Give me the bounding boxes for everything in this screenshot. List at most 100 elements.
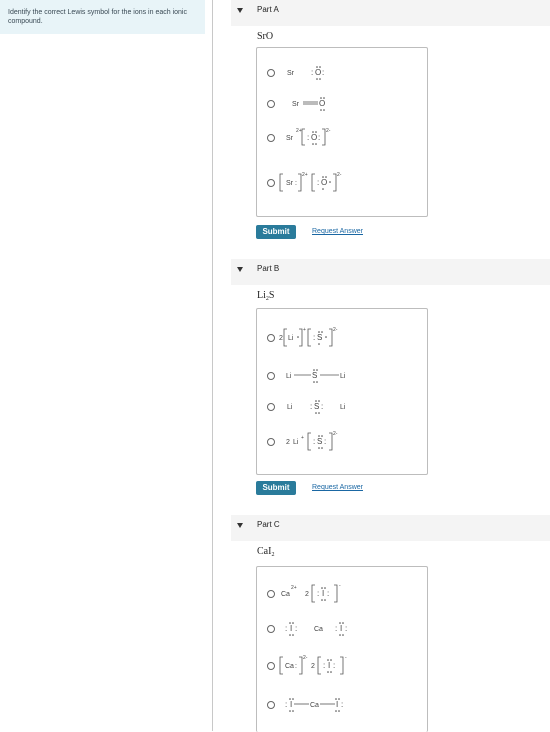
part-c-option-3[interactable]: Ca : 2- 2 : I : -: [267, 653, 422, 677]
charge-label: 2-: [333, 327, 338, 333]
part-b-submit-button[interactable]: Submit: [256, 481, 296, 495]
lewis-structure: Sr 2+ : O : 2-: [286, 128, 331, 146]
part-a-option-4[interactable]: Sr : 2+ : O 2-: [267, 170, 422, 194]
part-a-option-3[interactable]: Sr 2+ : O : 2-: [267, 126, 422, 148]
part-a-option-2[interactable]: Sr O: [267, 96, 422, 112]
part-b-option-1[interactable]: 2 Li + : S 2-: [267, 325, 422, 349]
collapse-triangle-icon[interactable]: [237, 8, 243, 13]
charge-label: +: [303, 327, 306, 333]
svg-text::: :: [335, 624, 337, 633]
part-b-request-answer-link[interactable]: Request Answer: [312, 484, 363, 491]
charge-label: -: [339, 583, 341, 589]
atom-symbol: Li: [340, 373, 346, 380]
part-a-option-1[interactable]: Sr : O :: [267, 65, 422, 81]
lewis-structure: 2 Li + : S : 2-: [286, 431, 338, 451]
svg-text::: :: [333, 661, 335, 670]
part-b-title: Part B: [257, 264, 280, 273]
lewis-structure: : I Ca I :: [285, 698, 343, 712]
radio-button[interactable]: [267, 134, 275, 142]
coefficient: 2: [286, 439, 290, 446]
atom-symbol: Sr: [287, 70, 295, 77]
atom-symbol: O: [319, 99, 325, 108]
lewis-structure: 2 Li + : S 2-: [279, 327, 338, 347]
svg-text::: :: [295, 663, 297, 670]
coefficient: 2: [305, 591, 309, 598]
radio-button[interactable]: [267, 662, 275, 670]
svg-text::: :: [285, 624, 287, 633]
atom-symbol: Sr: [286, 180, 294, 187]
radio-button[interactable]: [267, 372, 275, 380]
svg-text::: :: [327, 589, 329, 598]
formula-text: CaI: [257, 546, 272, 557]
svg-text::: :: [317, 178, 319, 187]
part-c-option-4[interactable]: : I Ca I :: [267, 697, 422, 713]
svg-text::: :: [317, 589, 319, 598]
formula-subscript: 2: [271, 552, 275, 558]
svg-text::: :: [318, 133, 320, 142]
atom-symbol: Li: [286, 373, 292, 380]
svg-text::: :: [341, 700, 343, 709]
part-a-title: Part A: [257, 5, 279, 14]
dots: :: [322, 68, 324, 77]
svg-text::: :: [295, 180, 297, 187]
atom-symbol: I: [328, 661, 330, 670]
part-b-formula: Li2S: [257, 290, 274, 302]
charge-label: +: [301, 435, 304, 441]
radio-button[interactable]: [267, 590, 275, 598]
charge-label: -: [345, 655, 347, 661]
atom-symbol: S: [317, 333, 322, 342]
atom-symbol: Li: [293, 439, 299, 446]
charge-label: 2-: [303, 655, 308, 661]
part-b-option-2[interactable]: Li S Li: [267, 368, 422, 384]
radio-button[interactable]: [267, 403, 275, 411]
part-b-option-4[interactable]: 2 Li + : S : 2-: [267, 429, 422, 453]
collapse-triangle-icon[interactable]: [237, 523, 243, 528]
charge-label: 2+: [291, 585, 297, 591]
part-c-choices: Ca 2+ 2 : I : - : I : Ca : I : Ca: 2- 2…: [256, 566, 428, 732]
lewis-structure: Li S Li: [286, 369, 346, 383]
atom-symbol: Ca: [285, 663, 294, 670]
radio-button[interactable]: [267, 701, 275, 709]
atom-symbol: Li: [287, 404, 293, 411]
part-a-header[interactable]: Part A: [231, 0, 550, 26]
charge-label: 2-: [333, 431, 338, 437]
svg-text::: :: [345, 624, 347, 633]
dots: :: [311, 68, 313, 77]
atom-symbol: Ca: [310, 702, 319, 709]
atom-symbol: Li: [340, 404, 346, 411]
charge-label: 2-: [326, 128, 331, 134]
atom-symbol: I: [290, 700, 292, 709]
part-a-submit-button[interactable]: Submit: [256, 225, 296, 239]
lewis-structure: Sr O: [292, 97, 325, 111]
radio-button[interactable]: [267, 179, 275, 187]
formula-tail: S: [268, 290, 275, 301]
part-b-header[interactable]: Part B: [231, 259, 550, 285]
coefficient: 2: [279, 335, 283, 342]
atom-symbol: S: [312, 371, 317, 380]
svg-text::: :: [307, 133, 309, 142]
atom-symbol: I: [290, 624, 292, 633]
part-a-request-answer-link[interactable]: Request Answer: [312, 228, 363, 235]
radio-button[interactable]: [267, 625, 275, 633]
part-c-option-2[interactable]: : I : Ca : I :: [267, 621, 422, 637]
radio-button[interactable]: [267, 334, 275, 342]
collapse-triangle-icon[interactable]: [237, 267, 243, 272]
instructions-panel: Identify the correct Lewis symbol for th…: [0, 0, 205, 34]
part-b-option-3[interactable]: Li : S : Li: [267, 399, 422, 415]
radio-button[interactable]: [267, 100, 275, 108]
formula-text: SrO: [257, 31, 274, 42]
part-c-formula: CaI2: [257, 546, 274, 558]
svg-text::: :: [310, 402, 312, 411]
charge-label: 2-: [337, 172, 342, 178]
part-c-option-1[interactable]: Ca 2+ 2 : I : -: [267, 581, 422, 605]
panel-divider: [212, 0, 213, 731]
radio-button[interactable]: [267, 438, 275, 446]
atom-symbol: Ca: [314, 626, 323, 633]
instructions-text: Identify the correct Lewis symbol for th…: [8, 9, 187, 25]
atom-symbol: O: [321, 178, 327, 187]
part-a-formula: SrO: [257, 31, 273, 42]
atom-symbol: I: [340, 624, 342, 633]
radio-button[interactable]: [267, 69, 275, 77]
part-c-header[interactable]: Part C: [231, 515, 550, 541]
atom-symbol: O: [315, 68, 321, 77]
